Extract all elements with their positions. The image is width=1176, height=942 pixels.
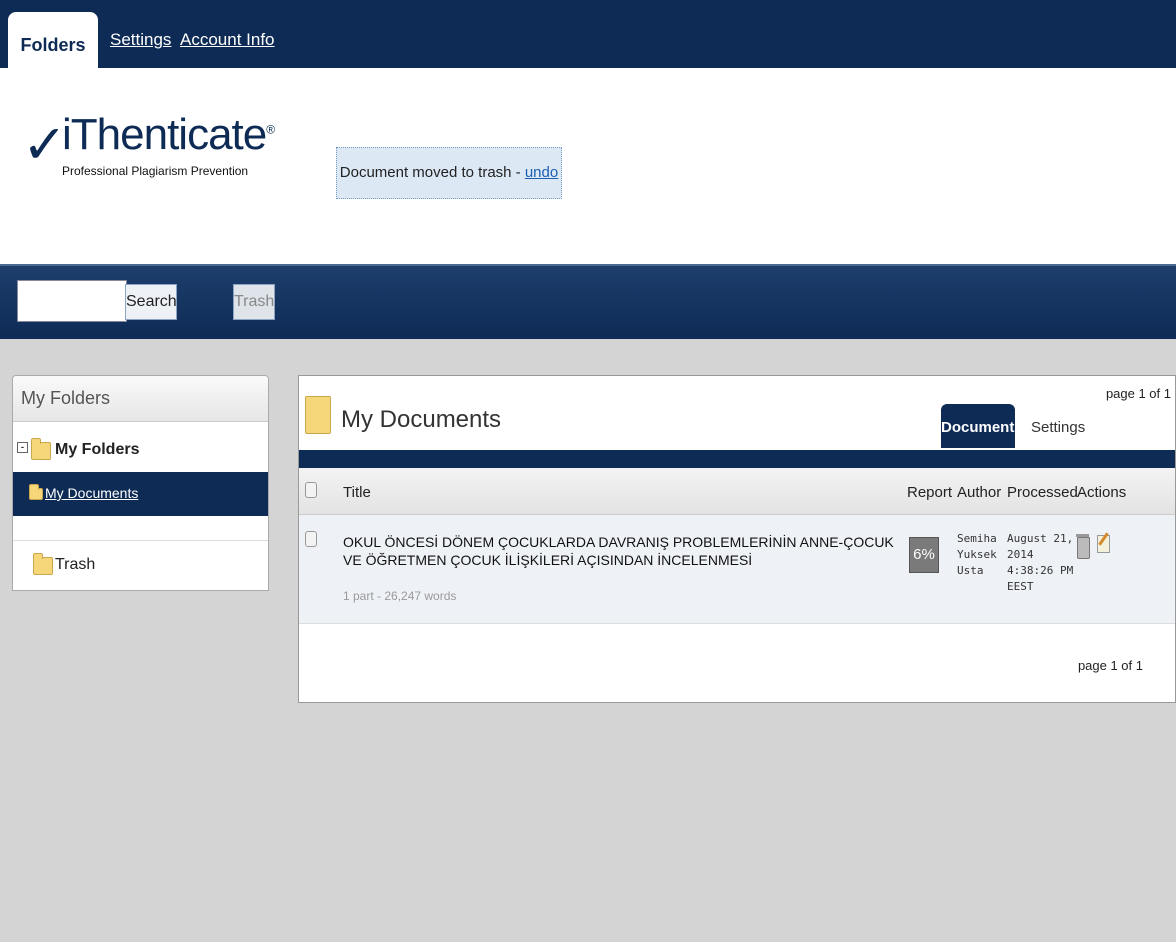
page-info-bottom: page 1 of 1: [1077, 658, 1143, 673]
folder-icon: [305, 396, 331, 434]
edit-icon[interactable]: [1097, 535, 1110, 553]
trash-folder-label: Trash: [55, 556, 96, 573]
tab-settings[interactable]: Settings: [1031, 419, 1085, 436]
documents-panel: My Documents page 1 of 1 Documents Setti…: [298, 375, 1176, 703]
row-checkbox[interactable]: [305, 531, 317, 547]
column-title[interactable]: Title: [343, 484, 371, 501]
trash-notice: Document moved to trash - undo: [336, 147, 562, 199]
trash-folder-icon: [33, 553, 53, 575]
page-info-top: page 1 of 1: [1105, 386, 1171, 401]
collapse-icon[interactable]: -: [17, 442, 28, 453]
folders-panel-header: My Folders: [13, 376, 268, 422]
delete-icon[interactable]: [1076, 534, 1090, 559]
search-input[interactable]: [17, 280, 127, 322]
folder-item-trash[interactable]: Trash: [13, 540, 268, 589]
folder-tree-root[interactable]: - My Folders: [13, 430, 268, 470]
undo-link[interactable]: undo: [525, 164, 558, 181]
folder-icon: [31, 438, 51, 460]
column-report[interactable]: Report: [907, 484, 952, 501]
checkmark-icon: ✓: [22, 113, 68, 176]
folder-open-icon: [29, 484, 43, 500]
search-bar: Search Trash: [0, 264, 1176, 339]
table-header: Title Report Author Processed Actions: [299, 468, 1175, 515]
page-title: My Documents: [341, 406, 502, 433]
tab-bar: [299, 450, 1175, 468]
folder-item-my-documents[interactable]: My Documents: [13, 472, 268, 516]
notice-text: Document moved to trash -: [339, 164, 525, 181]
folder-item-label: My Documents: [45, 485, 139, 501]
document-title[interactable]: OKUL ÖNCESİ DÖNEM ÇOCUKLARDA DAVRANIŞ PR…: [343, 533, 903, 569]
top-nav: Folders Settings Account Info: [0, 0, 1176, 68]
nav-link-account-info[interactable]: Account Info: [180, 30, 275, 50]
brand-name: iThenticate®: [62, 110, 275, 159]
table-row: OKUL ÖNCESİ DÖNEM ÇOCUKLARDA DAVRANIŞ PR…: [299, 515, 1175, 624]
brand-tagline: Professional Plagiarism Prevention: [62, 164, 249, 178]
column-actions: Actions: [1077, 484, 1127, 501]
folder-root-label: My Folders: [55, 441, 140, 458]
document-meta: 1 part - 26,247 words: [343, 589, 457, 603]
similarity-report-badge[interactable]: 6%: [909, 537, 939, 573]
column-processed[interactable]: Processed: [1007, 484, 1078, 501]
folders-panel: My Folders - My Folders My Documents Tra…: [12, 375, 269, 591]
search-button[interactable]: Search: [125, 284, 177, 320]
select-all-checkbox[interactable]: [305, 482, 317, 498]
trash-button[interactable]: Trash: [233, 284, 275, 320]
document-processed-date: August 21, 2014 4:38:26 PM EEST: [1007, 532, 1074, 593]
column-author[interactable]: Author: [957, 484, 1001, 501]
tab-documents[interactable]: Documents: [941, 404, 1023, 448]
document-author: Semiha Yuksek Usta: [957, 532, 997, 577]
tab-folders[interactable]: Folders: [8, 12, 98, 68]
nav-link-settings[interactable]: Settings: [110, 30, 171, 50]
